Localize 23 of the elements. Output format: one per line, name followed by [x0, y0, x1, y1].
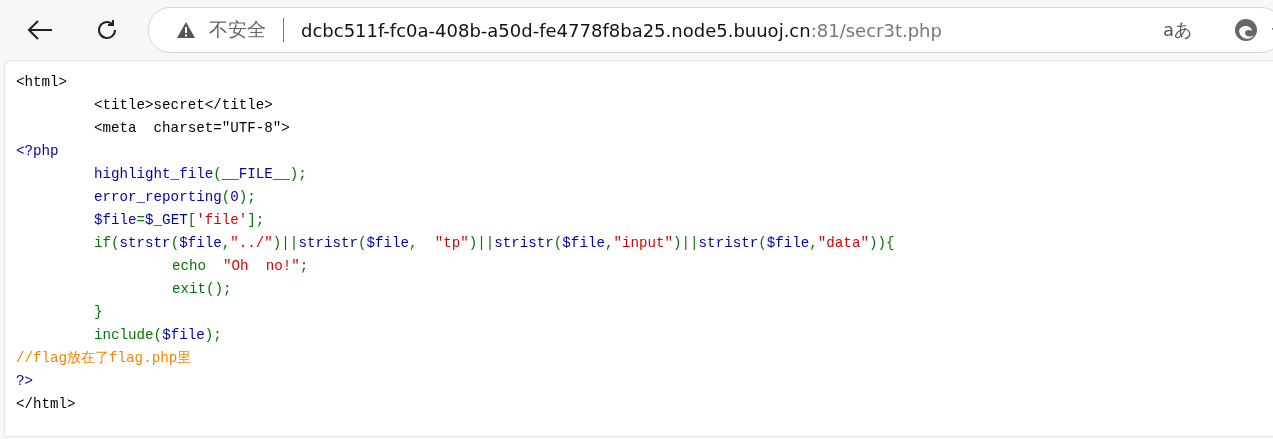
code-line: echo "Oh no!";	[171, 257, 309, 276]
address-bar[interactable]: 不安全 dcbc511f-fc0a-408b-a50d-fe4778f8ba25.node5.buuoj.cn:81/secr3t.php aあ	[148, 7, 1273, 53]
code-line: include($file);	[93, 326, 222, 345]
refresh-icon	[95, 18, 119, 42]
code-line: <meta charset="UTF-8">	[93, 119, 290, 138]
code-line: }	[93, 303, 103, 322]
code-line: <html>	[16, 73, 68, 92]
code-line: //flag放在了flag.php里	[16, 349, 192, 368]
back-arrow-icon	[27, 20, 53, 40]
code-line: exit();	[171, 280, 232, 299]
code-line: ?>	[16, 372, 34, 391]
warning-icon	[177, 22, 195, 38]
code-line: if(strstr($file,"../")||stristr($file, "tp")||stristr($file,"input")||stristr($file,"data")){	[93, 234, 895, 253]
code-line: highlight_file(__FILE__);	[93, 165, 307, 184]
code-line: error_reporting(0);	[93, 188, 256, 207]
url-text[interactable]: dcbc511f-fc0a-408b-a50d-fe4778f8ba25.node5.buuoj.cn:81/secr3t.php	[301, 19, 942, 41]
code-line: </html>	[16, 395, 76, 414]
translate-icon[interactable]: aあ	[1162, 18, 1192, 42]
code-line: <?php	[16, 142, 59, 161]
security-label[interactable]: 不安全	[209, 17, 266, 43]
code-line: <title>secret</title>	[93, 96, 273, 115]
code-line: $file=$_GET['file'];	[93, 211, 265, 230]
swirl-icon[interactable]	[1234, 18, 1258, 42]
